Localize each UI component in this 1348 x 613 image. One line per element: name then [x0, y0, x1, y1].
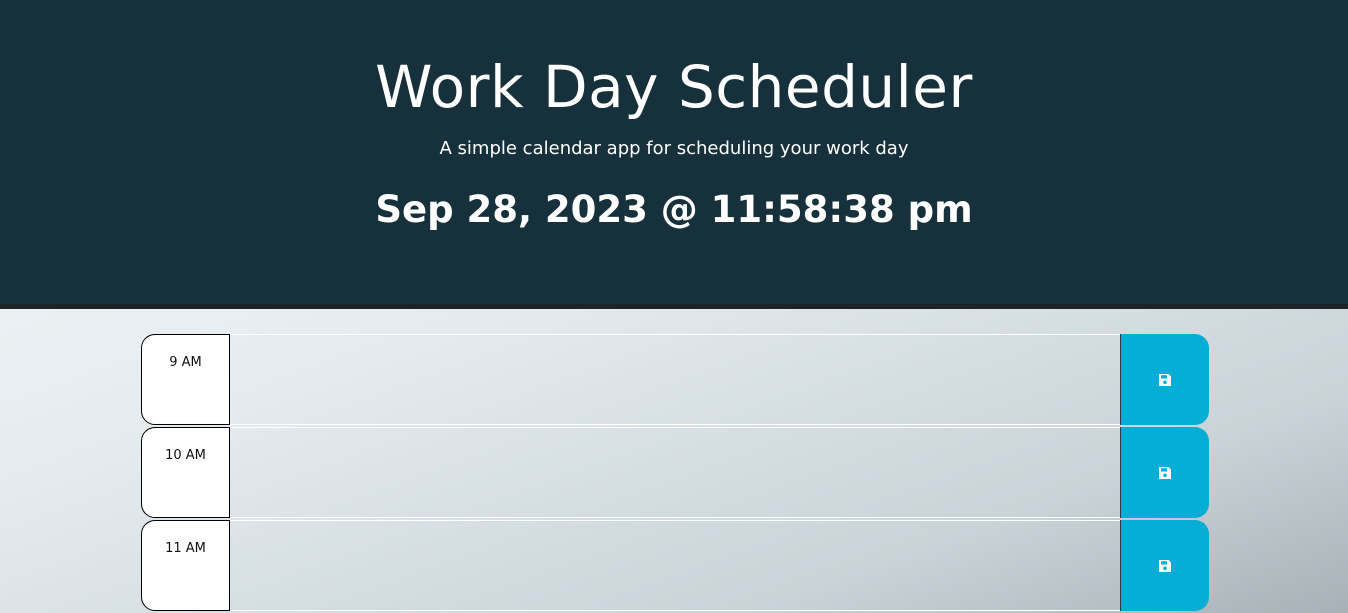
floppy-disk-icon	[1159, 559, 1171, 572]
hour-label: 11 AM	[141, 520, 230, 611]
description-input[interactable]	[230, 334, 1120, 425]
floppy-disk-icon	[1159, 373, 1171, 386]
current-datetime: Sep 28, 2023 @ 11:58:38 pm	[375, 188, 973, 231]
save-button[interactable]	[1120, 334, 1209, 425]
save-button[interactable]	[1120, 520, 1209, 611]
page-title: Work Day Scheduler	[375, 53, 973, 121]
hour-label: 9 AM	[141, 334, 230, 425]
description-input[interactable]	[230, 427, 1120, 518]
page-subtitle: A simple calendar app for scheduling you…	[439, 138, 909, 159]
floppy-disk-icon	[1159, 466, 1171, 479]
save-button[interactable]	[1120, 427, 1209, 518]
time-block-9am: 9 AM	[141, 334, 1209, 425]
time-block-10am: 10 AM	[141, 427, 1209, 518]
time-block-11am: 11 AM	[141, 520, 1209, 611]
schedule-container: 9 AM 10 AM 11 AM	[141, 334, 1209, 613]
header: Work Day Scheduler A simple calendar app…	[0, 0, 1348, 309]
description-input[interactable]	[230, 520, 1120, 611]
hour-label: 10 AM	[141, 427, 230, 518]
